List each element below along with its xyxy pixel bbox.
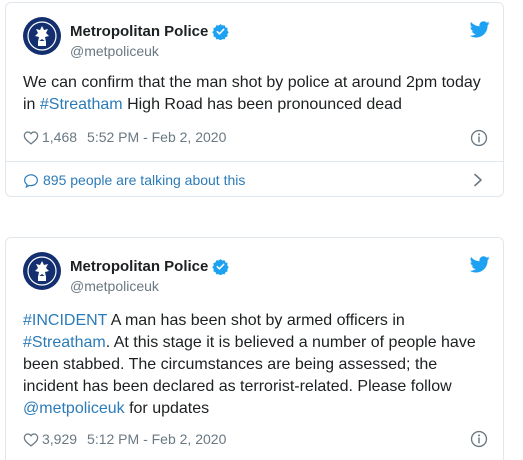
hashtag-link[interactable]: #INCIDENT [23,312,107,329]
verified-badge-icon [212,24,230,40]
heart-icon[interactable] [23,130,39,145]
hashtag-link[interactable]: #Streatham [23,334,106,351]
author-name[interactable]: Metropolitan Police [70,23,230,40]
tweet-timestamp[interactable]: 5:12 PM - Feb 2, 2020 [87,431,226,447]
info-icon[interactable] [470,430,488,448]
met-police-crest-icon [27,21,57,51]
mention-link[interactable]: @metpoliceuk [23,400,125,417]
like-count[interactable]: 3,929 [42,431,77,447]
met-police-crest-icon [27,256,57,286]
tweet-text-part: for updates [124,400,210,417]
info-icon[interactable] [470,129,488,147]
talking-count-label: 895 people are talking about this [43,172,246,188]
tweet-meta: 1,468 5:52 PM - Feb 2, 2020 [23,129,226,145]
twitter-bird-icon[interactable] [470,21,490,38]
avatar[interactable] [23,17,61,55]
author-handle[interactable]: @metpoliceuk [70,43,159,59]
tweet-text: #INCIDENT A man has been shot by armed o… [23,310,493,420]
author-name-label: Metropolitan Police [70,258,209,275]
conversation-link[interactable]: 895 people are talking about this [6,162,503,196]
tweet-text-part: A man has been shot by armed officers in [107,312,405,329]
tweet-meta: 3,929 5:12 PM - Feb 2, 2020 [23,431,226,447]
tweet-card[interactable]: Metropolitan Police @metpoliceuk We can … [5,2,504,197]
chat-bubble-icon [24,173,38,188]
chevron-right-icon [474,173,482,187]
author-name-label: Metropolitan Police [70,23,209,40]
tweet-card[interactable]: Metropolitan Police @metpoliceuk #INCIDE… [5,237,504,460]
verified-badge-icon [212,259,230,275]
avatar[interactable] [23,252,61,290]
twitter-bird-icon[interactable] [470,256,490,273]
hashtag-link[interactable]: #Streatham [40,96,123,113]
tweet-text-part: High Road has been pronounced dead [122,96,402,113]
tweet-text: We can confirm that the man shot by poli… [23,72,493,116]
like-count[interactable]: 1,468 [42,129,77,145]
author-name[interactable]: Metropolitan Police [70,258,230,275]
heart-icon[interactable] [23,432,39,447]
tweet-timestamp[interactable]: 5:52 PM - Feb 2, 2020 [87,129,226,145]
author-handle[interactable]: @metpoliceuk [70,278,159,294]
